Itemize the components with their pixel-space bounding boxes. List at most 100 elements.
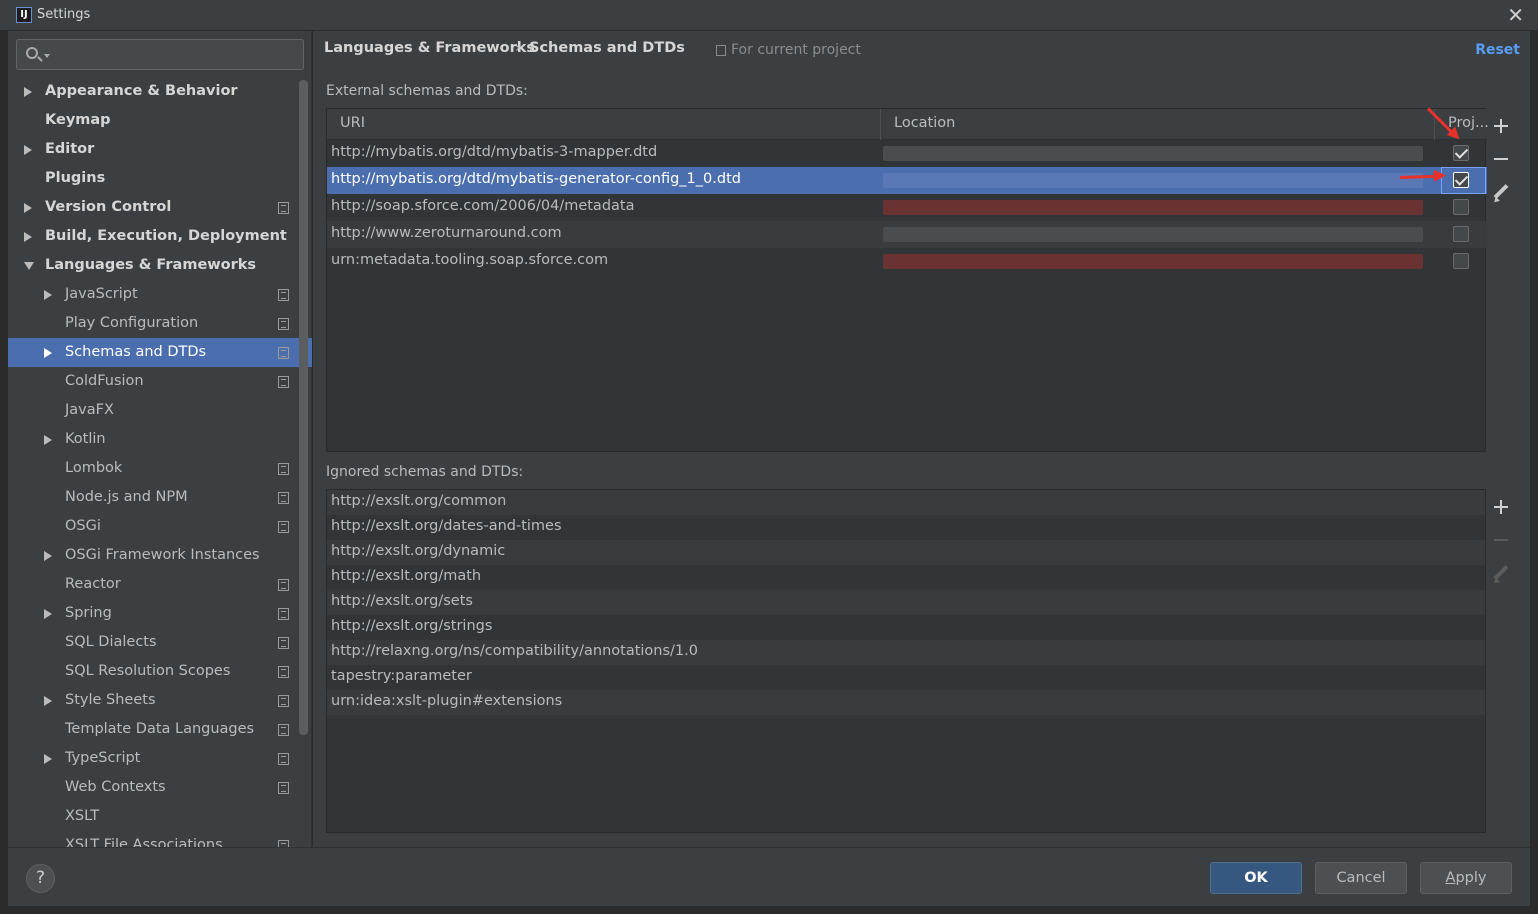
sidebar-item[interactable]: OSGi Framework Instances [8,541,300,570]
sidebar-item[interactable]: Keymap [8,106,300,135]
ignored-schemas-list[interactable]: http://exslt.org/common http://exslt.org/… [326,489,1486,833]
sidebar-item[interactable]: Build, Execution, Deployment [8,222,300,251]
project-level-icon [278,753,289,765]
sidebar-item[interactable]: XSLT [8,802,300,831]
search-icon[interactable] [26,47,38,59]
table-row[interactable]: http://mybatis.org/dtd/mybatis-generator… [327,167,1487,194]
table-row[interactable]: http://mybatis.org/dtd/mybatis-3-mapper.… [327,140,1487,167]
add-ignored-icon[interactable] [1491,497,1511,517]
external-schemas-table[interactable]: URI Location Proj... http://mybatis.org/… [326,108,1489,452]
chevron-right-icon[interactable] [44,435,52,445]
chevron-right-icon[interactable] [44,696,52,706]
sidebar-item[interactable]: Appearance & Behavior [8,77,300,106]
location-cell-redacted [883,227,1423,242]
sidebar-item[interactable]: Node.js and NPM [8,483,300,512]
sidebar-item-label: ColdFusion [65,373,144,389]
location-cell-redacted [883,200,1423,215]
sidebar-item[interactable]: JavaScript [8,280,300,309]
apply-label-rest: pply [1455,870,1487,886]
sidebar-item[interactable]: Web Contexts [8,773,300,802]
search-input[interactable] [16,39,304,70]
sidebar-item[interactable]: Lombok [8,454,300,483]
sidebar-item[interactable]: Play Configuration [8,309,300,338]
chevron-right-icon[interactable] [24,87,32,97]
chevron-right-icon[interactable] [24,145,32,155]
project-level-icon [278,463,289,475]
sidebar-item-label: Keymap [45,112,111,128]
table-row[interactable]: urn:metadata.tooling.soap.sforce.com [327,248,1487,275]
sidebar-item[interactable]: SQL Resolution Scopes [8,657,300,686]
sidebar-item[interactable]: Plugins [8,164,300,193]
sidebar-item[interactable]: OSGi [8,512,300,541]
project-checkbox[interactable] [1453,172,1469,188]
chevron-right-icon[interactable] [44,348,52,358]
list-item[interactable]: http://relaxng.org/ns/compatibility/anno… [327,640,1485,665]
reset-link[interactable]: Reset [1475,42,1520,58]
close-icon[interactable]: ✕ [1507,3,1524,27]
project-checkbox[interactable] [1453,226,1469,242]
column-header-location[interactable]: Location [894,115,955,131]
chevron-right-icon[interactable] [24,203,32,213]
sidebar-item[interactable]: Editor [8,135,300,164]
sidebar-item-label: Editor [45,141,95,157]
project-checkbox[interactable] [1453,145,1469,161]
edit-ignored-icon[interactable] [1491,564,1511,584]
list-item[interactable]: tapestry:parameter [327,665,1485,690]
project-level-icon [278,376,289,388]
remove-schema-icon[interactable] [1491,149,1511,169]
chevron-right-icon[interactable] [44,754,52,764]
project-level-icon [278,318,289,330]
sidebar-item[interactable]: Spring [8,599,300,628]
chevron-right-icon[interactable] [24,232,32,242]
sidebar-item-label: SQL Resolution Scopes [65,663,231,679]
sidebar-item[interactable]: Schemas and DTDs [8,338,312,367]
sidebar-item[interactable]: SQL Dialects [8,628,300,657]
list-item[interactable]: http://exslt.org/dynamic [327,540,1485,565]
uri-cell: http://www.zeroturnaround.com [331,225,562,241]
help-button[interactable]: ? [26,864,55,893]
project-level-icon [278,724,289,736]
table-row[interactable]: http://soap.sforce.com/2006/04/metadata [327,194,1487,221]
sidebar-scrollbar[interactable] [299,80,308,735]
list-item[interactable]: http://exslt.org/sets [327,590,1485,615]
chevron-down-icon[interactable] [24,262,34,270]
location-cell-redacted [883,146,1423,161]
chevron-right-icon[interactable] [44,551,52,561]
project-checkbox[interactable] [1453,199,1469,215]
chevron-right-icon[interactable] [44,290,52,300]
chevron-down-icon[interactable] [44,54,50,58]
list-item[interactable]: http://exslt.org/dates-and-times [327,515,1485,540]
scope-label: For current project [731,42,861,58]
ignored-schemas-label: Ignored schemas and DTDs: [326,464,524,480]
chevron-right-icon[interactable] [44,609,52,619]
sidebar-item[interactable]: Template Data Languages [8,715,300,744]
sidebar-item-label: Kotlin [65,431,106,447]
list-item[interactable]: urn:idea:xslt-plugin#extensions [327,690,1485,715]
project-checkbox[interactable] [1453,253,1469,269]
settings-sidebar: Appearance & Behavior Keymap Editor Plugins… [8,31,312,853]
column-header-uri[interactable]: URI [340,115,365,131]
cancel-button[interactable]: Cancel [1315,862,1407,894]
add-schema-icon[interactable] [1491,116,1511,136]
sidebar-item[interactable]: Version Control [8,193,300,222]
list-item[interactable]: http://exslt.org/math [327,565,1485,590]
sidebar-item[interactable]: Kotlin [8,425,300,454]
sidebar-item-label: Appearance & Behavior [45,83,238,99]
sidebar-item[interactable]: Style Sheets [8,686,300,715]
sidebar-item[interactable]: Reactor [8,570,300,599]
remove-ignored-icon[interactable] [1491,530,1511,550]
breadcrumb-parent[interactable]: Languages & Frameworks [324,40,535,56]
sidebar-item[interactable]: ColdFusion [8,367,300,396]
sidebar-item[interactable]: Languages & Frameworks [8,251,300,280]
ok-button[interactable]: OK [1210,862,1302,894]
list-item[interactable]: http://exslt.org/common [327,490,1485,515]
edit-schema-icon[interactable] [1491,183,1511,203]
ignored-uri: http://relaxng.org/ns/compatibility/anno… [331,643,698,659]
table-row[interactable]: http://www.zeroturnaround.com [327,221,1487,248]
list-item[interactable]: http://exslt.org/strings [327,615,1485,640]
sidebar-item[interactable]: TypeScript [8,744,300,773]
settings-content: Languages & Frameworks › Schemas and DTD… [313,31,1530,847]
apply-button[interactable]: Apply [1420,862,1512,894]
sidebar-item[interactable]: JavaFX [8,396,300,425]
column-divider[interactable] [880,109,881,140]
